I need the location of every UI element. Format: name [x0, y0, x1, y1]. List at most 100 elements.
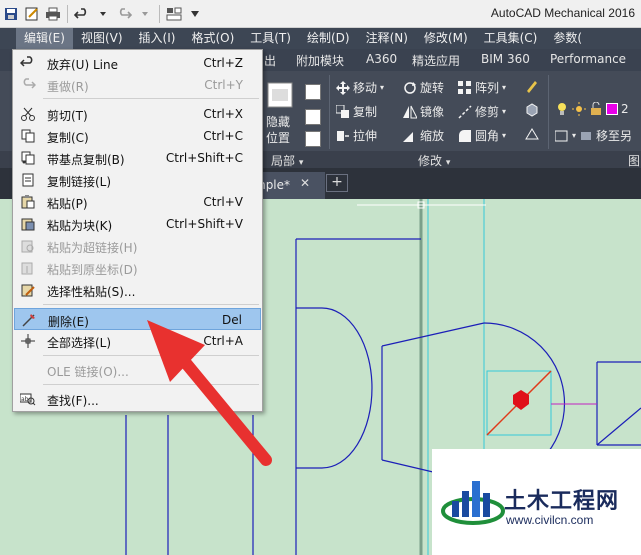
tab-output[interactable]: 出 [264, 52, 276, 69]
menu-parametric[interactable]: 参数( [545, 28, 590, 49]
layer-control[interactable]: 2 [555, 102, 629, 116]
print-icon[interactable] [44, 5, 62, 23]
local-small-icon-2[interactable] [305, 109, 321, 125]
fillet-label: 圆角 [475, 129, 500, 143]
svg-text:abc: abc [21, 396, 32, 403]
mirror-tool[interactable]: 镜像 [403, 103, 444, 120]
watermark-url: www.civilcn.com [506, 513, 594, 527]
modify-panel-title[interactable]: 修改 ▾ [418, 152, 450, 169]
menu-ole-links[interactable]: OLE 链接(O)... [14, 359, 261, 381]
move-to-layer-tool[interactable]: ▾ 移至另 [555, 127, 632, 144]
window-title: AutoCAD Mechanical 2016 [490, 6, 635, 20]
move-icon [336, 80, 350, 95]
menu-modify[interactable]: 修改(M) [416, 28, 476, 49]
menu-paste-special[interactable]: 选择性粘贴(S)... [14, 279, 261, 301]
menu-paste[interactable]: 粘贴(P) Ctrl+V [14, 191, 261, 213]
trim-dropdown-icon[interactable]: ▾ [502, 107, 506, 116]
edit-tool[interactable] [525, 79, 539, 93]
tab-bim360[interactable]: BIM 360 [481, 52, 530, 66]
menu-tools[interactable]: 工具(T) [242, 28, 299, 49]
move-tool[interactable]: 移动 ▾ [336, 79, 384, 96]
paste-block-icon [20, 216, 36, 232]
rotate-label: 旋转 [420, 81, 445, 95]
menu-erase[interactable]: 删除(E) Del [14, 308, 261, 330]
hide-label: 隐藏 [266, 115, 291, 129]
tab-a360[interactable]: A360 [366, 52, 397, 66]
close-tab-icon[interactable]: ✕ [300, 176, 310, 190]
menu-toolsets[interactable]: 工具集(C) [476, 28, 546, 49]
menu-insert[interactable]: 插入(I) [131, 28, 184, 49]
sun-icon [572, 102, 586, 116]
menu-paste-orig[interactable]: 粘贴到原坐标(D) [14, 257, 261, 279]
paste-orig-label: 粘贴到原坐标(D) [47, 263, 138, 277]
menu-undo[interactable]: 放弃(U) Line Ctrl+Z [14, 52, 261, 74]
copy-tool[interactable]: 复制 [336, 103, 377, 120]
menu-paste-block[interactable]: 粘贴为块(K) Ctrl+Shift+V [14, 213, 261, 235]
mirror-icon [403, 105, 417, 119]
menu-find[interactable]: abc 查找(F)... [14, 388, 261, 410]
trim-tool[interactable]: 修剪 ▾ [458, 103, 506, 120]
3d-tool[interactable] [525, 103, 539, 117]
menu-format[interactable]: 格式(O) [183, 28, 242, 49]
lock-icon [589, 102, 603, 116]
fillet-icon [458, 129, 472, 143]
scale-tool[interactable]: 缩放 [403, 127, 444, 144]
local-small-icon-1[interactable] [305, 84, 321, 100]
tab-addins[interactable]: 附加模块 [296, 52, 344, 69]
rotate-tool[interactable]: 旋转 [403, 79, 444, 96]
save-as-icon[interactable] [23, 5, 41, 23]
menu-separator [43, 98, 259, 99]
title-bar: AutoCAD Mechanical 2016 [0, 0, 641, 28]
move-dropdown-icon[interactable]: ▾ [380, 83, 384, 92]
menu-paste-hyperlink[interactable]: 粘贴为超链接(H) [14, 235, 261, 257]
local-panel-title[interactable]: 局部 ▾ [271, 152, 303, 169]
menu-bar: 编辑(E) 视图(V) 插入(I) 格式(O) 工具(T) 绘制(D) 注释(N… [0, 28, 641, 49]
qat-separator [67, 5, 68, 23]
undo-icon[interactable] [73, 5, 91, 23]
layer-panel-title[interactable]: 图 [628, 152, 640, 169]
save-icon[interactable] [2, 5, 20, 23]
qat-separator [159, 5, 160, 23]
copy-base-icon [20, 150, 36, 166]
menu-copy[interactable]: 复制(C) Ctrl+C [14, 125, 261, 147]
menu-edit[interactable]: 编辑(E) [16, 28, 73, 49]
menu-annotate[interactable]: 注释(N) [358, 28, 416, 49]
hatch-tool[interactable] [525, 127, 539, 141]
array-icon [458, 80, 472, 95]
lightbulb-icon [555, 102, 569, 116]
menu-view[interactable]: 视图(V) [73, 28, 131, 49]
paste-icon [20, 194, 36, 210]
menu-copy-base[interactable]: 带基点复制(B) Ctrl+Shift+C [14, 147, 261, 169]
fillet-tool[interactable]: 圆角 ▾ [458, 127, 506, 144]
array-dropdown-icon[interactable]: ▾ [502, 83, 506, 92]
quick-access-toolbar [2, 3, 204, 25]
watermark-building-icon [441, 481, 505, 525]
tab-featured-apps[interactable]: 精选应用 [412, 52, 460, 69]
local-panel-label: 局部 [271, 154, 296, 168]
array-tool[interactable]: 阵列 ▾ [458, 79, 506, 96]
menu-redo[interactable]: 重做(R) Ctrl+Y [14, 74, 261, 96]
fillet-dropdown-icon[interactable]: ▾ [502, 131, 506, 140]
move-to-other-label: 移至另 [596, 129, 633, 143]
menu-cut[interactable]: 剪切(T) Ctrl+X [14, 103, 261, 125]
erase-shortcut: Del [222, 313, 242, 327]
local-small-icon-3[interactable] [305, 131, 321, 147]
hatch-icon [525, 127, 539, 141]
hide-position-button[interactable]: 隐藏 位置 [264, 81, 300, 147]
erase-icon [21, 312, 37, 328]
layer-dropdown-icon[interactable]: ▾ [572, 131, 576, 140]
stretch-tool[interactable]: 拉伸 [336, 127, 377, 144]
tab-performance[interactable]: Performance [550, 52, 626, 66]
menu-draw[interactable]: 绘制(D) [299, 28, 358, 49]
menu-copy-link[interactable]: 复制链接(L) [14, 169, 261, 191]
redo-icon[interactable] [115, 5, 133, 23]
overflow-icon[interactable] [186, 5, 204, 23]
redo-label: 重做(R) [47, 80, 89, 94]
ribbon-divider [548, 75, 549, 149]
menu-separator [43, 384, 259, 385]
workspace-icon[interactable] [165, 5, 183, 23]
undo-dropdown-icon[interactable] [94, 5, 112, 23]
redo-dropdown-icon[interactable] [136, 5, 154, 23]
menu-select-all[interactable]: 全部选择(L) Ctrl+A [14, 330, 261, 352]
new-tab-button[interactable]: + [326, 174, 348, 192]
